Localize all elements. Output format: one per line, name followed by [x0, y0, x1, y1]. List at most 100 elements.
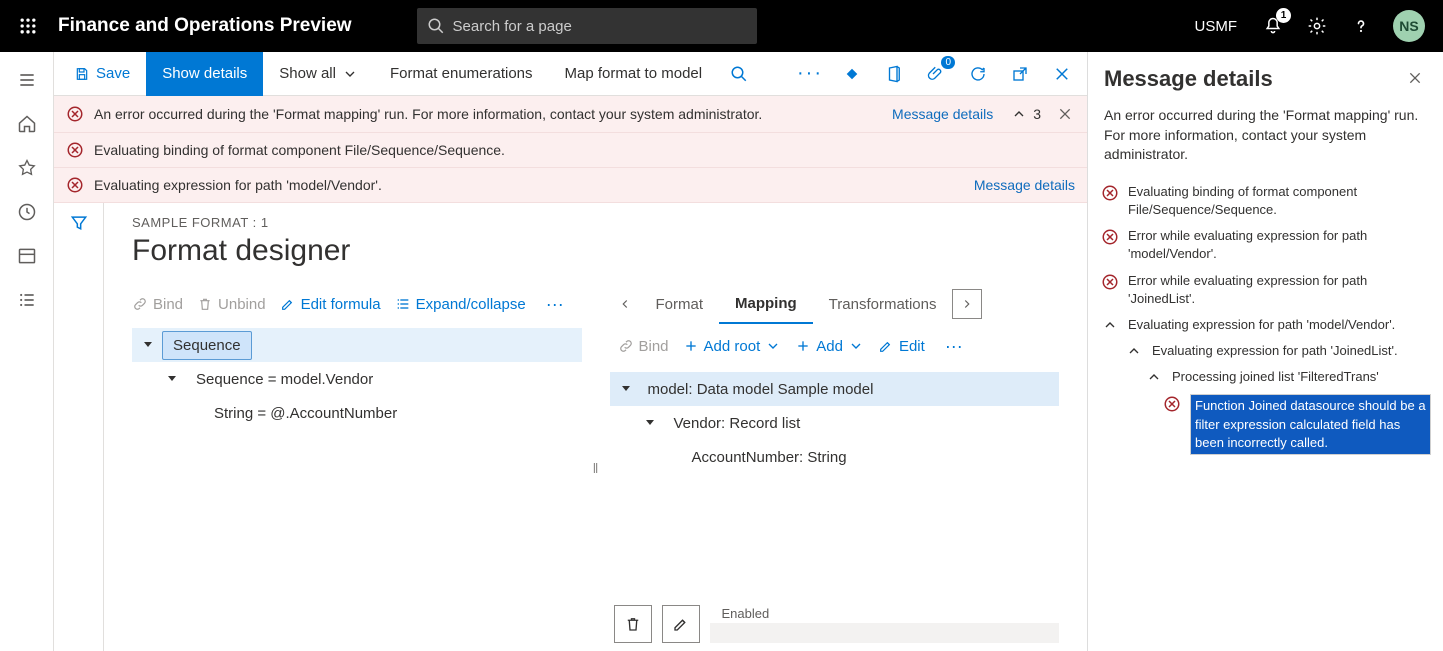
error-collapse-toggle[interactable]: 3: [1011, 106, 1041, 122]
nav-workspaces[interactable]: [7, 236, 47, 276]
show-all-label: Show all: [279, 65, 336, 82]
notification-badge: 1: [1276, 8, 1291, 23]
error-close-button[interactable]: [1055, 104, 1075, 124]
find-button[interactable]: [718, 52, 760, 96]
tree-node-label: model: Data model Sample model: [640, 376, 884, 403]
show-details-button[interactable]: Show details: [146, 52, 263, 96]
pencil-icon: [280, 296, 296, 312]
details-item[interactable]: Error while evaluating expression for pa…: [1100, 268, 1431, 312]
refresh-button[interactable]: [957, 52, 999, 96]
close-details-button[interactable]: [1403, 66, 1427, 90]
related-button[interactable]: [831, 52, 873, 96]
error-icon: [1100, 273, 1120, 291]
details-item[interactable]: Evaluating binding of format component F…: [1100, 179, 1431, 223]
bind-button[interactable]: Bind: [618, 338, 669, 355]
tree-node[interactable]: Sequence: [132, 328, 582, 362]
edit-properties-button[interactable]: [662, 605, 700, 643]
tab-format[interactable]: Format: [640, 284, 720, 324]
search-input[interactable]: [453, 18, 747, 35]
chevron-up-icon: [1124, 343, 1144, 359]
pane-splitter[interactable]: ‖: [590, 284, 602, 651]
command-bar: Save Show details Show all Format enumer…: [54, 52, 1087, 96]
left-overflow-button[interactable]: ···: [540, 294, 570, 315]
tree-node-label: String = @.AccountNumber: [204, 400, 407, 427]
tab-mapping[interactable]: Mapping: [719, 284, 813, 324]
chevron-up-icon: [1011, 106, 1027, 122]
delete-button[interactable]: [614, 605, 652, 643]
save-button[interactable]: Save: [58, 52, 146, 96]
page-heading: Format designer: [132, 234, 1059, 268]
tabs-next-button[interactable]: [952, 289, 982, 319]
nav-expand-button[interactable]: [7, 60, 47, 100]
add-root-button[interactable]: Add root: [683, 338, 782, 355]
office-button[interactable]: [873, 52, 915, 96]
nav-recent[interactable]: [7, 192, 47, 232]
expand-toggle-icon[interactable]: [164, 371, 180, 387]
right-toolbar: Bind Add root Add Edit ···: [610, 324, 1060, 368]
show-all-button[interactable]: Show all: [263, 52, 374, 96]
expand-toggle-icon[interactable]: [140, 337, 156, 353]
notifications-button[interactable]: 1: [1251, 0, 1295, 52]
user-avatar[interactable]: NS: [1393, 10, 1425, 42]
nav-home[interactable]: [7, 104, 47, 144]
right-overflow-button[interactable]: ···: [939, 336, 969, 357]
close-page-button[interactable]: [1041, 52, 1083, 96]
overflow-button[interactable]: ···: [789, 52, 831, 96]
pencil-icon: [878, 338, 894, 354]
tree-node[interactable]: Sequence = model.Vendor: [132, 362, 582, 396]
expand-toggle-icon[interactable]: [642, 415, 658, 431]
error-icon: [66, 105, 84, 123]
expand-toggle-icon[interactable]: [618, 381, 634, 397]
chevron-down-icon: [765, 338, 781, 354]
bind-button[interactable]: Bind: [132, 296, 183, 313]
details-item[interactable]: Evaluating expression for path 'JoinedLi…: [1100, 338, 1431, 364]
error-banner-stack: An error occurred during the 'Format map…: [54, 96, 1087, 203]
details-item[interactable]: Processing joined list 'FilteredTrans': [1100, 364, 1431, 390]
edit-formula-button[interactable]: Edit formula: [280, 296, 381, 313]
popout-button[interactable]: [999, 52, 1041, 96]
search-box[interactable]: [417, 8, 757, 44]
help-button[interactable]: [1339, 0, 1383, 52]
add-button[interactable]: Add: [795, 338, 864, 355]
expand-collapse-button[interactable]: Expand/collapse: [395, 296, 526, 313]
chevron-down-icon: [342, 66, 358, 82]
enabled-label: Enabled: [722, 606, 1060, 621]
list-tree-icon: [395, 296, 411, 312]
error-icon: [1100, 228, 1120, 246]
tree-node[interactable]: AccountNumber: String: [610, 440, 1060, 474]
error-text: An error occurred during the 'Format map…: [94, 106, 876, 122]
edit-button[interactable]: Edit: [878, 338, 925, 355]
filter-icon[interactable]: [69, 213, 89, 233]
message-details-pane: Message details An error occurred during…: [1088, 52, 1443, 651]
nav-rail: [0, 52, 54, 651]
nav-favorites[interactable]: [7, 148, 47, 188]
document-title: SAMPLE FORMAT : 1: [132, 215, 1059, 230]
unbind-button[interactable]: Unbind: [197, 296, 266, 313]
error-icon: [66, 141, 84, 159]
bottom-toolbar: Enabled: [610, 597, 1060, 651]
details-list: Evaluating binding of format component F…: [1088, 175, 1443, 471]
details-subtitle: An error occurred during the 'Format map…: [1088, 96, 1443, 175]
error-text: Evaluating binding of format component F…: [94, 142, 1075, 158]
details-item[interactable]: Evaluating expression for path 'model/Ve…: [1100, 312, 1431, 338]
tabs-prev-button[interactable]: [610, 289, 640, 319]
message-details-link[interactable]: Message details: [892, 106, 993, 122]
attachments-button[interactable]: 0: [915, 52, 957, 96]
details-item[interactable]: Function Joined datasource should be a f…: [1100, 390, 1431, 459]
tree-node[interactable]: Vendor: Record list: [610, 406, 1060, 440]
nav-modules[interactable]: [7, 280, 47, 320]
show-details-label: Show details: [162, 65, 247, 82]
tree-node[interactable]: model: Data model Sample model: [610, 372, 1060, 406]
trash-icon: [197, 296, 213, 312]
legal-entity-picker[interactable]: USMF: [1181, 0, 1252, 52]
tab-transformations[interactable]: Transformations: [813, 284, 953, 324]
waffle-icon[interactable]: [8, 6, 48, 46]
chevron-up-icon: [1100, 317, 1120, 333]
details-item[interactable]: Error while evaluating expression for pa…: [1100, 223, 1431, 267]
message-details-link[interactable]: Message details: [974, 177, 1075, 193]
settings-button[interactable]: [1295, 0, 1339, 52]
format-enumerations-button[interactable]: Format enumerations: [374, 52, 549, 96]
tree-node[interactable]: String = @.AccountNumber: [132, 396, 582, 430]
map-format-to-model-button[interactable]: Map format to model: [549, 52, 719, 96]
enabled-field[interactable]: [710, 623, 1060, 643]
